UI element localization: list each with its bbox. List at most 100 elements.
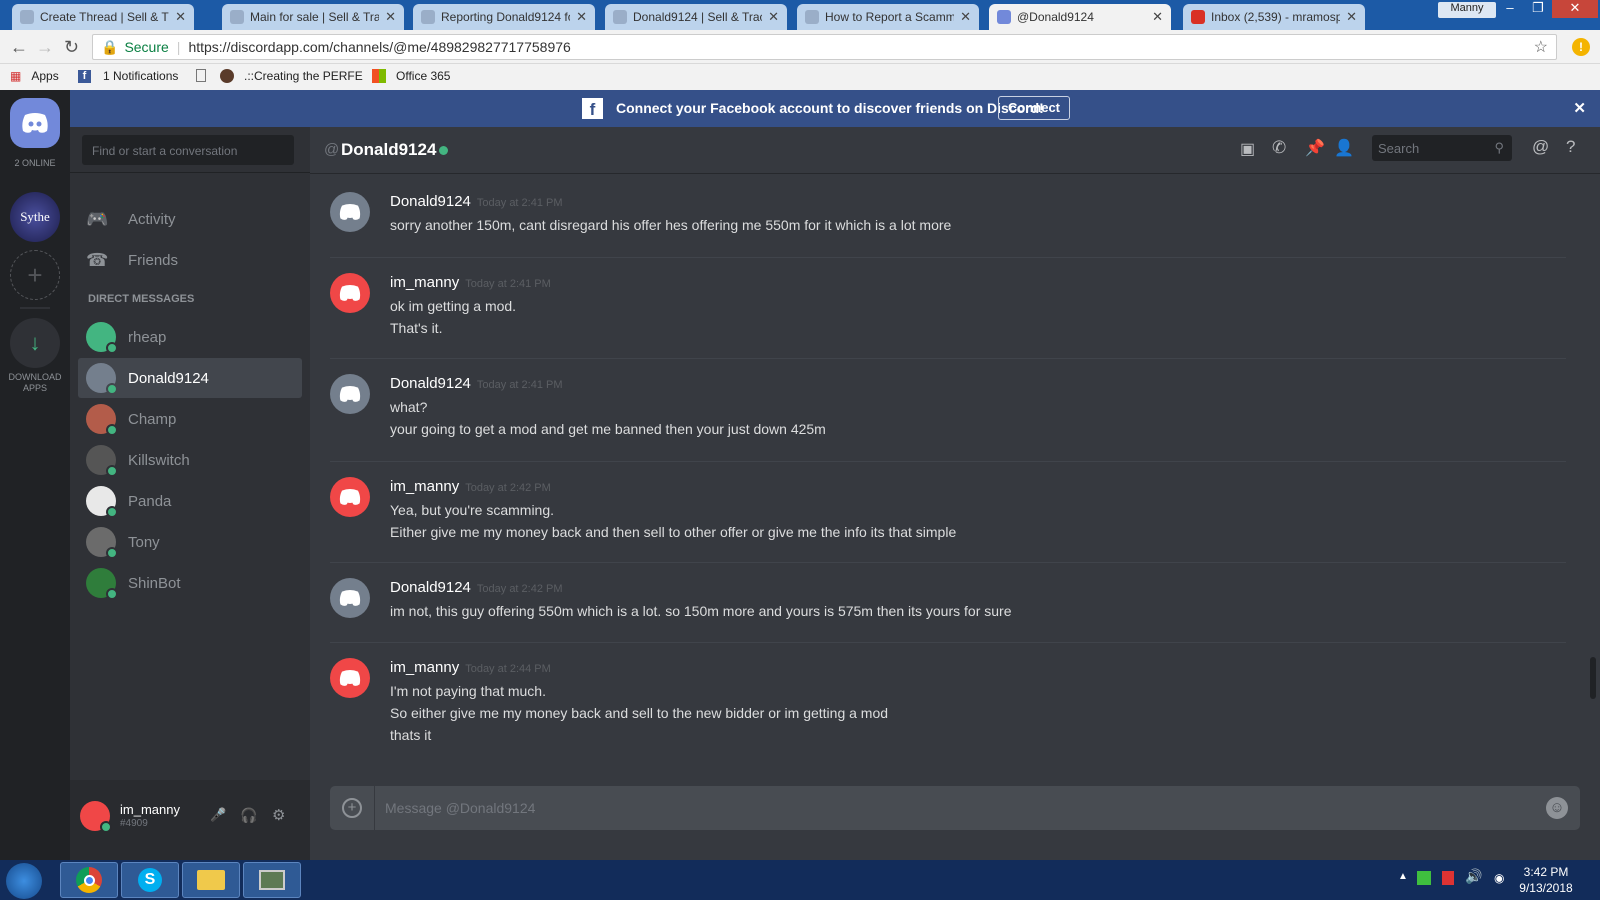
- tray-app-icon[interactable]: [1417, 871, 1431, 885]
- author-name[interactable]: Donald9124: [390, 375, 471, 392]
- message-avatar[interactable]: [330, 578, 370, 618]
- dm-item[interactable]: Champ: [78, 399, 302, 439]
- emoji-icon[interactable]: ☺: [1546, 797, 1568, 819]
- message-author[interactable]: im_manny Today at 2:42 PM: [390, 478, 551, 495]
- close-tab-icon[interactable]: ✕: [385, 9, 396, 25]
- browser-tab[interactable]: Inbox (2,539) - mramospr ✕: [1183, 4, 1365, 30]
- close-tab-icon[interactable]: ✕: [1346, 9, 1357, 25]
- message-input[interactable]: + Message @Donald9124 ☺: [330, 786, 1580, 830]
- mentions-icon[interactable]: @: [1532, 137, 1549, 157]
- activity-link[interactable]: 🎮 Activity: [78, 199, 302, 239]
- bookmark-page[interactable]: [196, 69, 206, 82]
- add-server-button[interactable]: +: [10, 250, 60, 300]
- browser-tab[interactable]: How to Report a Scamme ✕: [797, 4, 979, 30]
- find-conversation-input[interactable]: Find or start a conversation: [82, 135, 294, 165]
- headphones-icon[interactable]: 🎧: [240, 807, 257, 824]
- close-banner-icon[interactable]: ✕: [1573, 99, 1586, 117]
- bookmark-notifications[interactable]: f1 Notifications: [78, 69, 178, 83]
- power-icon[interactable]: [1442, 871, 1454, 885]
- download-apps-button[interactable]: ↓: [10, 318, 60, 368]
- restore-button[interactable]: ❐: [1524, 0, 1552, 18]
- message-placeholder: Message @Donald9124: [385, 800, 536, 816]
- dm-item[interactable]: Donald9124: [78, 358, 302, 398]
- upload-plus-icon[interactable]: +: [342, 798, 362, 818]
- close-tab-icon[interactable]: ✕: [175, 9, 186, 25]
- connect-button[interactable]: Connect: [998, 96, 1070, 120]
- skype-taskbar-button[interactable]: S: [121, 862, 179, 898]
- search-input[interactable]: Search ⚲: [1372, 135, 1512, 161]
- windows-taskbar: S ▲ 🔊 ◉ 3:42 PM 9/13/2018: [0, 860, 1600, 900]
- star-icon[interactable]: ☆: [1534, 37, 1548, 57]
- close-tab-icon[interactable]: ✕: [768, 9, 779, 25]
- reload-icon[interactable]: ↻: [64, 37, 79, 58]
- help-icon[interactable]: ?: [1566, 137, 1575, 157]
- network-icon[interactable]: ◉: [1494, 871, 1504, 885]
- dm-item[interactable]: rheap: [78, 317, 302, 357]
- site-icon: [220, 69, 234, 83]
- dm-item[interactable]: Killswitch: [78, 440, 302, 480]
- author-name[interactable]: Donald9124: [390, 579, 471, 596]
- online-status-icon: [106, 465, 118, 477]
- download-apps-label: DOWNLOAD APPS: [8, 372, 62, 393]
- secure-label: Secure: [124, 39, 169, 55]
- apps-grid-icon: ▦: [10, 69, 22, 83]
- settings-gear-icon[interactable]: ⚙: [272, 806, 285, 824]
- start-button[interactable]: [6, 863, 42, 899]
- dm-item[interactable]: Tony: [78, 522, 302, 562]
- alert-icon[interactable]: !: [1572, 38, 1590, 56]
- message-author[interactable]: im_manny Today at 2:41 PM: [390, 274, 551, 291]
- close-window-button[interactable]: ✕: [1552, 0, 1598, 18]
- bookmark-creating[interactable]: .::Creating the PERFE: [220, 69, 363, 83]
- message-author[interactable]: Donald9124 Today at 2:41 PM: [390, 375, 563, 392]
- volume-icon[interactable]: 🔊: [1465, 868, 1482, 885]
- add-friend-icon[interactable]: 👤: [1334, 138, 1354, 158]
- app-taskbar-button[interactable]: [243, 862, 301, 898]
- message-text: I'm not paying that much.: [390, 683, 546, 699]
- browser-tab[interactable]: Reporting Donald9124 fo ✕: [413, 4, 595, 30]
- show-hidden-icons[interactable]: ▲: [1398, 871, 1408, 882]
- chat-scrollbar-thumb[interactable]: [1590, 657, 1596, 699]
- message-author[interactable]: im_manny Today at 2:44 PM: [390, 659, 551, 676]
- message-author[interactable]: Donald9124 Today at 2:42 PM: [390, 579, 563, 596]
- shield-icon: [613, 10, 627, 24]
- url-input[interactable]: 🔒 Secure | https://discordapp.com/channe…: [92, 34, 1557, 60]
- dm-item[interactable]: Panda: [78, 481, 302, 521]
- discord-home-button[interactable]: [10, 98, 60, 148]
- minimize-button[interactable]: –: [1496, 0, 1524, 18]
- chrome-taskbar-button[interactable]: [60, 862, 118, 898]
- browser-tab[interactable]: Create Thread | Sell & Tra ✕: [12, 4, 194, 30]
- message-avatar[interactable]: [330, 658, 370, 698]
- explorer-taskbar-button[interactable]: [182, 862, 240, 898]
- author-name[interactable]: Donald9124: [390, 193, 471, 210]
- message-author[interactable]: Donald9124 Today at 2:41 PM: [390, 193, 563, 210]
- browser-tab[interactable]: Donald9124 | Sell & Trac ✕: [605, 4, 787, 30]
- dm-item[interactable]: ShinBot: [78, 563, 302, 603]
- clock[interactable]: 3:42 PM 9/13/2018: [1510, 864, 1582, 896]
- browser-tab[interactable]: Main for sale | Sell & Trac ✕: [222, 4, 404, 30]
- friends-link[interactable]: ☎ Friends: [78, 240, 302, 280]
- skype-icon: S: [138, 868, 162, 892]
- browser-tab[interactable]: @Donald9124 ✕: [989, 4, 1171, 30]
- message-avatar[interactable]: [330, 477, 370, 517]
- bookmark-apps[interactable]: ▦ Apps: [10, 69, 59, 83]
- close-tab-icon[interactable]: ✕: [1152, 9, 1163, 25]
- message-avatar[interactable]: [330, 192, 370, 232]
- voice-call-icon[interactable]: ✆: [1272, 138, 1286, 158]
- author-name[interactable]: im_manny: [390, 478, 459, 495]
- forward-icon[interactable]: →: [36, 37, 54, 58]
- pin-icon[interactable]: 📌: [1305, 138, 1325, 158]
- video-call-icon[interactable]: ▣: [1240, 139, 1255, 159]
- server-sythe[interactable]: Sythe: [10, 192, 60, 242]
- close-tab-icon[interactable]: ✕: [960, 9, 971, 25]
- author-name[interactable]: im_manny: [390, 659, 459, 676]
- message-avatar[interactable]: [330, 273, 370, 313]
- bookmark-office[interactable]: Office 365: [372, 69, 450, 83]
- author-name[interactable]: im_manny: [390, 274, 459, 291]
- message-avatar[interactable]: [330, 374, 370, 414]
- mute-mic-icon[interactable]: 🎤: [210, 807, 226, 823]
- dm-name: ShinBot: [128, 574, 181, 592]
- message-group: Donald9124 Today at 2:41 PM sorry another …: [330, 177, 1566, 258]
- back-icon[interactable]: ←: [10, 37, 28, 58]
- close-tab-icon[interactable]: ✕: [576, 9, 587, 25]
- user-avatar[interactable]: [80, 801, 112, 833]
